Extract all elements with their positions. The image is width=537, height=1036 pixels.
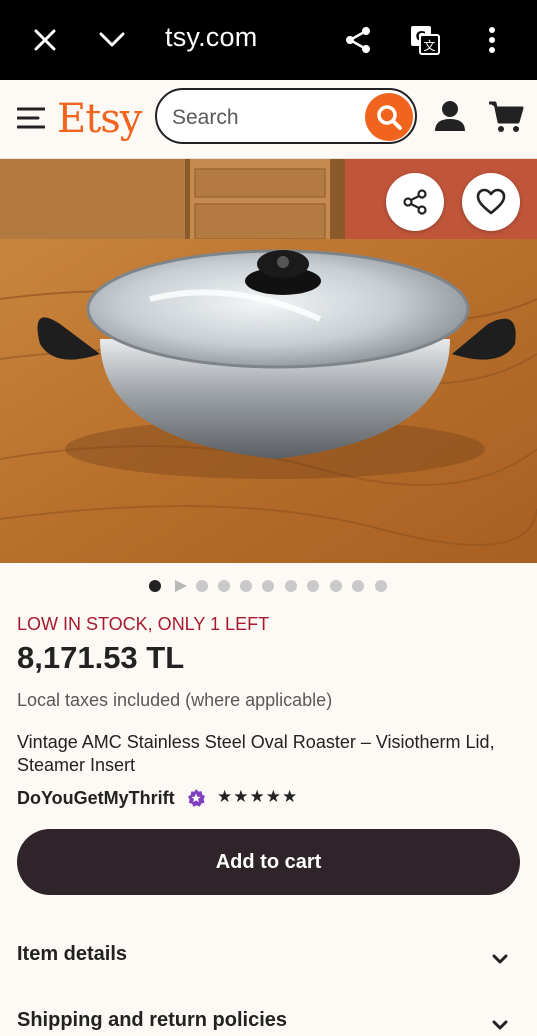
search-button[interactable] [365,93,413,141]
carousel-indicator[interactable] [0,578,537,594]
carousel-dot[interactable] [218,580,230,592]
carousel-dot[interactable] [285,580,297,592]
section-label: Item details [17,943,128,965]
share-icon[interactable] [338,20,378,60]
url-text[interactable]: tsy.com [165,22,257,53]
star-seller-badge-icon [186,788,206,808]
svg-text:文: 文 [423,38,435,53]
cart-icon[interactable] [488,100,524,134]
shop-name-link[interactable]: DoYouGetMyThrift [17,788,175,809]
share-icon [403,189,427,215]
rating-stars[interactable]: ★★★★★ [217,787,298,807]
section-shipping-policies[interactable]: Shipping and return policies [17,1009,520,1032]
video-play-icon[interactable] [174,579,188,598]
carousel-dot[interactable] [352,580,364,592]
chevron-down-icon[interactable] [92,20,132,60]
close-icon[interactable] [25,20,65,60]
add-to-cart-button[interactable]: Add to cart [17,829,520,895]
carousel-dot-active[interactable] [149,580,161,592]
more-vert-icon[interactable] [472,20,512,60]
browser-toolbar: tsy.com G文 [0,0,537,80]
product-price: 8,171.53 TL [17,640,185,675]
chevron-down-icon [492,1013,508,1036]
section-item-details[interactable]: Item details [17,943,520,966]
carousel-dot[interactable] [196,580,208,592]
translate-icon[interactable]: G文 [405,20,445,60]
search-placeholder: Search [172,106,239,129]
product-image[interactable] [0,159,537,563]
share-image-button[interactable] [386,173,444,231]
product-title: Vintage AMC Stainless Steel Oval Roaster… [17,732,495,775]
carousel-dot[interactable] [240,580,252,592]
heart-icon [476,188,506,215]
carousel-dot[interactable] [262,580,274,592]
chevron-down-icon [492,947,508,970]
carousel-dot[interactable] [375,580,387,592]
section-label: Shipping and return policies [17,1009,288,1031]
carousel-dot[interactable] [307,580,319,592]
etsy-logo[interactable]: Etsy [57,96,142,142]
search-icon [377,105,402,130]
menu-icon[interactable] [16,106,46,130]
tax-note: Local taxes included (where applicable) [17,690,333,710]
account-icon[interactable] [434,100,466,134]
stock-notice: LOW IN STOCK, ONLY 1 LEFT [17,614,270,634]
carousel-dot[interactable] [330,580,342,592]
favorite-button[interactable] [462,173,520,231]
